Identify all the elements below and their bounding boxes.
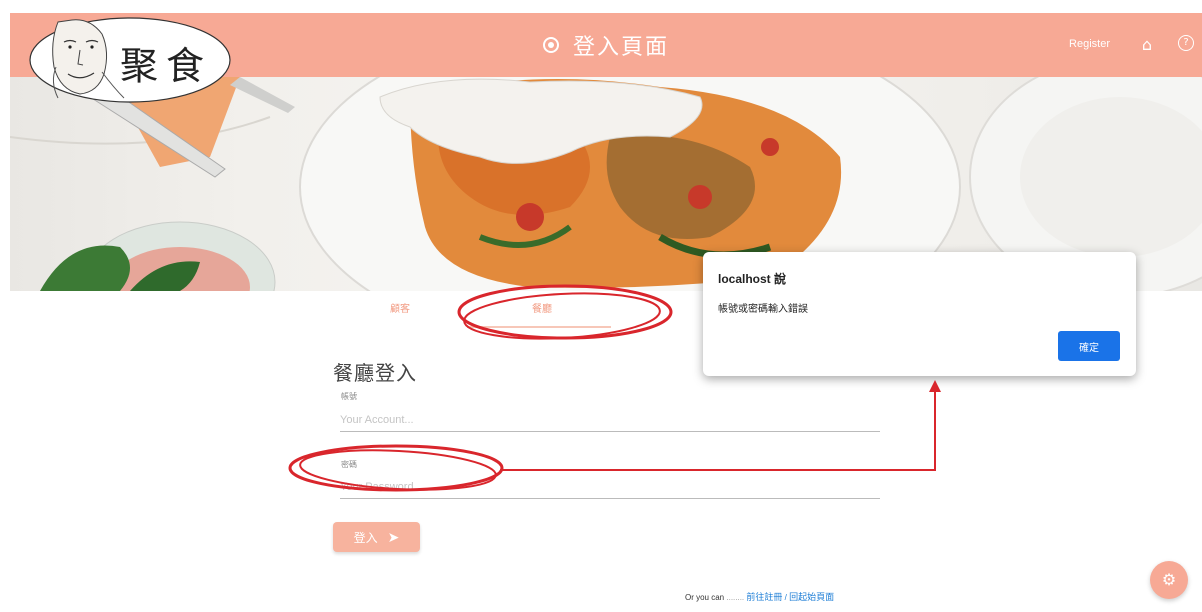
password-label: 密碼 xyxy=(341,460,357,469)
tab-restaurant[interactable]: 餐廳 xyxy=(532,300,552,315)
dialog-title: localhost 說 xyxy=(718,272,787,286)
annotation-arrowhead xyxy=(929,380,941,392)
register-link[interactable]: Register xyxy=(1069,38,1110,50)
alert-dialog: localhost 說 帳號或密碼輸入錯誤 確定 xyxy=(703,252,1136,376)
account-input[interactable] xyxy=(340,409,880,432)
floating-action-button[interactable]: ⚙ xyxy=(1150,561,1188,599)
footer-prefix: Or you can xyxy=(685,593,725,602)
send-icon: ➤ xyxy=(387,529,400,546)
utensils-icon: ⚙ xyxy=(1161,570,1177,589)
goto-register-link[interactable]: 前往註冊 xyxy=(746,592,782,602)
logo[interactable]: 聚食 xyxy=(28,12,233,106)
home-icon[interactable]: ⌂ xyxy=(1142,35,1152,54)
tab-customer[interactable]: 顧客 xyxy=(390,300,410,315)
tab-underline xyxy=(467,326,611,328)
form-title: 餐廳登入 xyxy=(333,361,417,385)
annotation-circle-tab-2 xyxy=(463,292,661,340)
login-button[interactable]: 登入 ➤ xyxy=(333,522,420,552)
help-icon[interactable]: ? xyxy=(1178,35,1194,51)
footer-separator: / xyxy=(784,593,787,602)
annotation-circle-tab xyxy=(457,284,673,340)
password-input[interactable] xyxy=(340,476,880,499)
back-home-link[interactable]: 回起始頁面 xyxy=(789,592,834,602)
login-button-label: 登入 xyxy=(353,530,378,545)
account-label: 帳號 xyxy=(341,392,357,401)
footer-links: Or you can ........ 前往註冊 / 回起始頁面 xyxy=(685,590,834,603)
dialog-message: 帳號或密碼輸入錯誤 xyxy=(718,304,808,315)
target-icon xyxy=(542,37,559,53)
page-title: 登入頁面 xyxy=(572,35,669,60)
footer-dots: ........ xyxy=(726,593,745,602)
logo-text: 聚食 xyxy=(120,44,213,88)
dialog-ok-button[interactable]: 確定 xyxy=(1058,331,1120,361)
